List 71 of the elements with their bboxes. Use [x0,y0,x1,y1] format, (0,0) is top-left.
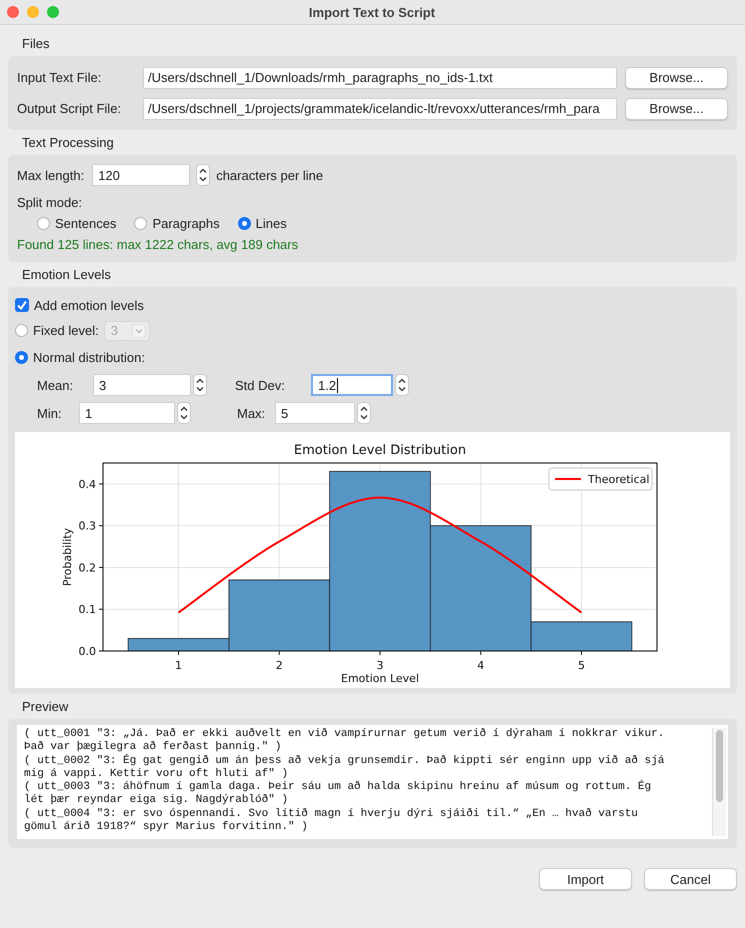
number-field[interactable]: 5 [275,402,355,424]
radio-label: Normal distribution: [33,350,145,365]
radio-button[interactable] [134,217,148,230]
scrollbar-thumb[interactable] [716,730,723,802]
stepper-icon[interactable] [395,374,409,396]
preview-line: mig á vappi. Kettir voru oft hluti af" ) [24,768,290,781]
section-title: Files [21,35,50,53]
preview-line: ( utt_0002 "3: Ég gat gengið um án þess að vekja grunsemdir. Það kippti sér enginn upp við að sjá [24,754,666,768]
preview-line: lét þær reyndar eiga sig. Nagdýrablóð" ) [24,794,290,808]
legend-label: Theoretical [587,473,650,486]
scrollbar[interactable] [712,728,726,836]
field-label: Std Dev: [235,378,286,392]
close-button[interactable] [7,6,19,18]
radio-button[interactable] [15,351,28,364]
field-label: Output Script File: [17,101,122,116]
preview-line: ( utt_0003 "3: áhöfnum í gamla daga. Þeir sáu um að halda skipinu hreinu af músum og rottum. Ég [24,781,652,794]
field-suffix: characters per line [216,168,324,182]
status-message: Found 125 lines: max 1222 chars, avg 189 chars [17,237,300,252]
field-label: Max: [237,406,266,420]
x-tick-label: 2 [276,659,283,672]
radio-label: Fixed level: [33,323,99,338]
x-axis-label: Emotion Level [341,672,419,685]
x-tick-label: 4 [477,659,484,672]
stepper-icon[interactable] [196,164,210,186]
checkbox-label: Add emotion levels [34,298,144,312]
stepper-icon[interactable] [357,402,371,424]
stepper-icon[interactable] [193,374,207,396]
stepper-icon[interactable] [177,402,191,424]
field-label: Split mode: [17,195,84,210]
radio-button[interactable] [37,217,50,230]
x-tick-label: 5 [578,659,585,672]
legend: Theoretical [548,468,652,490]
path-field[interactable]: /Users/dschnell_1/Downloads/rmh_paragraphs_no_ids-1.txt [143,66,617,88]
y-tick-label: 0.3 [78,520,96,533]
field-label: Max length: [17,168,84,182]
browse-button[interactable]: Browse... [625,66,728,88]
path-field[interactable]: /Users/dschnell_1/projects/grammatek/icelandic-lt/revoxx/utterances/rmh_para [143,98,617,120]
section-title: Text Processing [21,134,115,152]
y-tick-label: 0.0 [78,645,96,658]
field-label: Min: [37,406,63,420]
preview-line: Það var þægilegra að ferðast þannig." ) [24,741,282,754]
preview-line: gömul árið 1918?“ spyr Marius forvitinn." ) [24,821,309,834]
text-caret [337,378,338,392]
radio-label: Paragraphs [152,216,220,231]
section-title: Preview [21,698,70,716]
x-tick-label: 3 [376,659,384,672]
radio-button[interactable] [238,217,251,230]
y-tick-label: 0.4 [78,478,96,491]
y-axis-label: Probability [61,528,74,586]
radio-label: Lines [256,216,287,231]
dialog-button[interactable]: Import [539,868,632,890]
checkbox[interactable] [15,298,29,312]
number-field[interactable]: 1 [79,402,175,424]
number-field[interactable]: 3 [93,374,191,396]
y-tick-label: 0.2 [78,561,96,574]
radio-label: Sentences [55,216,116,231]
dialog-button[interactable]: Cancel [644,868,737,890]
dropdown-value: 3 [110,323,118,338]
field-label: Mean: [37,378,74,392]
preview-line: ( utt_0001 "3: „Já. Það er ekki auðvelt en við vampírurnar getum verið í dýraham í nokkrar vikur. [24,728,666,741]
y-tick-label: 0.1 [78,603,96,616]
section-title: Emotion Levels [21,266,112,284]
chart-title: Emotion Level Distribution [294,443,466,458]
window-title: Import Text to Script [308,4,436,20]
max-length-field[interactable]: 120 [92,164,190,186]
preview-line: ( utt_0004 "3: er svo óspennandi. Svo lítið magn í hverju dýri sjáiði til.“ „En … hvað varstu [24,808,639,821]
x-tick-label: 1 [175,659,182,672]
field-label: Input Text File: [17,70,102,85]
number-field[interactable]: 1.2 [311,374,393,396]
browse-button[interactable]: Browse... [625,98,728,120]
chevron-down-icon [132,324,146,338]
